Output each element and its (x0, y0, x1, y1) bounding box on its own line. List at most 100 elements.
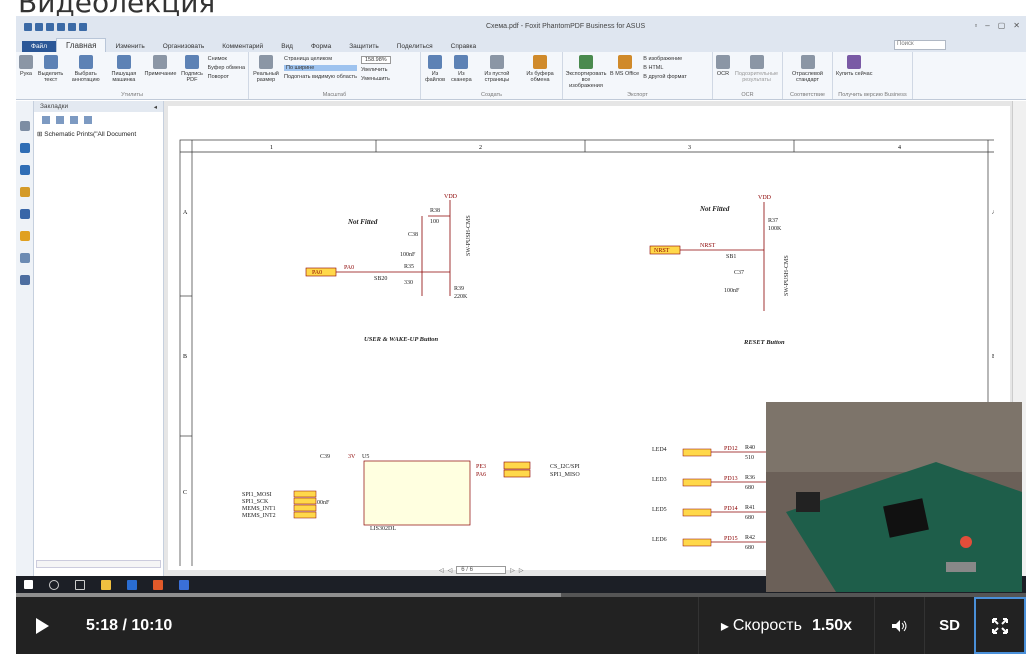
select-text-button[interactable]: Выделить текст (37, 54, 64, 97)
export-images-button[interactable]: Экспортировать все изображения (565, 54, 607, 97)
search-input[interactable]: Поиск (894, 40, 946, 50)
bookmarks-scrollbar[interactable] (36, 560, 161, 568)
sign-pdf-button[interactable]: Подпись PDF (180, 54, 203, 97)
to-image-button[interactable]: В изображение (643, 56, 687, 62)
blank-page-button[interactable]: Из пустой страницы (477, 54, 517, 97)
led-resistor-value: 680 (745, 515, 754, 521)
from-scanner-button[interactable]: Из сканера (450, 54, 473, 97)
ocr-button[interactable]: OCR (716, 54, 730, 97)
cart-icon (847, 55, 862, 69)
led-tag (682, 538, 712, 547)
word-icon[interactable] (127, 579, 137, 590)
note-button[interactable]: Примечание (145, 54, 176, 97)
voltage-label: 3V (348, 454, 356, 460)
standard-icon (800, 55, 815, 69)
r37-value: 100K (768, 226, 782, 232)
tab-8[interactable]: Поделиться (388, 41, 442, 52)
quality-button[interactable]: SD (924, 597, 974, 654)
group-name: Создать (481, 92, 502, 98)
to-html-button[interactable]: В HTML (643, 65, 687, 71)
led-resistor: R41 (745, 505, 755, 511)
int2-label: MEMS_INT2 (242, 513, 276, 519)
page-navigation[interactable]: ◁ ◁ 6 / 6 ▷ ▷ (439, 564, 524, 576)
side-toolbar[interactable] (16, 101, 34, 576)
typewriter-button[interactable]: Пишущая машинка (107, 54, 140, 97)
window-controls[interactable]: ▫ – ▢ ✕ (974, 21, 1020, 30)
link-icon[interactable] (19, 209, 30, 219)
fit-width-button[interactable]: По ширине (284, 65, 357, 71)
ribbon-tabs[interactable]: Файл Главная Изменить Организовать Комментар… (16, 38, 1026, 52)
actual-size-button[interactable]: Реальный размер (252, 54, 280, 97)
bookmark-item[interactable]: ⊞ Schematic Prints("All Document (34, 128, 163, 138)
play-button[interactable] (16, 597, 68, 654)
tools-small-buttons[interactable]: Снимок Буфер обмена Поворот (208, 54, 245, 97)
foxit-icon[interactable] (179, 579, 189, 590)
c37-value: 100nF (724, 288, 740, 294)
to-other-button[interactable]: В другой формат (643, 74, 687, 80)
tab-1[interactable]: Главная (55, 38, 107, 52)
last-page-icon[interactable]: ▷ (519, 567, 524, 574)
from-clipboard-button[interactable]: Из буфера обмена (521, 54, 559, 97)
quick-access-toolbar[interactable] (24, 23, 87, 31)
speed-button[interactable]: ▸ Скорость 1.50x (697, 597, 874, 654)
lock-icon[interactable] (19, 231, 30, 241)
rotate-button[interactable]: Поворот (208, 74, 245, 80)
windows-start-icon[interactable] (24, 580, 33, 589)
fullscreen-button[interactable] (974, 597, 1026, 654)
comments-icon[interactable] (19, 165, 30, 175)
first-page-icon[interactable]: ◁ (439, 567, 444, 574)
search-icon[interactable] (49, 579, 59, 590)
to-office-button[interactable]: В MS Office (610, 54, 639, 97)
suspect-results-button[interactable]: Подозрительные результаты (734, 54, 779, 97)
snapshot-button[interactable]: Снимок (208, 56, 245, 62)
app-icon[interactable] (153, 579, 163, 590)
int1-label: MEMS_INT1 (242, 506, 276, 512)
speed-label: Скорость (732, 616, 802, 634)
row-label: A (183, 210, 188, 216)
hand-tool-button[interactable]: Рука (19, 54, 33, 97)
fit-page-button[interactable]: Страница целиком (284, 56, 357, 62)
attachments-icon[interactable] (19, 187, 30, 197)
zoom-select[interactable]: 158.98% (360, 56, 391, 64)
next-page-icon[interactable]: ▷ (510, 567, 515, 574)
tab-9[interactable]: Справка (442, 41, 486, 52)
buy-now-button[interactable]: Купить сейчас (836, 54, 872, 97)
file-explorer-icon[interactable] (101, 579, 111, 590)
u5-label: U5 (362, 454, 369, 460)
industry-standard-button[interactable]: Отраслевой стандарт (786, 54, 829, 97)
column-label: 3 (688, 145, 691, 151)
task-view-icon[interactable] (75, 579, 85, 590)
tab-4[interactable]: Комментарий (213, 41, 272, 52)
tab-0[interactable]: Файл (22, 41, 56, 52)
zoom-out-button[interactable]: Уменьшить (361, 76, 391, 82)
volume-button[interactable] (874, 597, 924, 654)
tab-3[interactable]: Организовать (154, 41, 213, 52)
video-player[interactable]: Схема.pdf - Foxit PhantomPDF Business fo… (16, 16, 1026, 654)
tab-7[interactable]: Защитить (340, 41, 388, 52)
form-icon[interactable] (19, 253, 30, 263)
bookmarks-toolbar[interactable] (34, 112, 163, 128)
led-resistor-value: 680 (745, 485, 754, 491)
typewriter-icon (116, 55, 131, 69)
tab-6[interactable]: Форма (302, 41, 340, 52)
row-label: C (183, 490, 187, 496)
layers-icon[interactable] (19, 143, 30, 153)
collapse-icon[interactable]: ◂ (154, 103, 157, 111)
pe3-net: PE3 (476, 464, 486, 470)
signature-panel-icon[interactable] (19, 275, 30, 285)
from-files-button[interactable]: Из файлов (424, 54, 446, 97)
page-number-field[interactable]: 6 / 6 (456, 566, 507, 574)
ocr-icon (716, 55, 730, 69)
sb20-label: SB20 (374, 276, 387, 282)
chevron-right-icon: ▸ (720, 617, 729, 635)
select-annotation-button[interactable]: Выбрать аннотацию (68, 54, 103, 97)
tab-2[interactable]: Изменить (106, 41, 153, 52)
tab-5[interactable]: Вид (272, 41, 302, 52)
fit-visible-button[interactable]: Подогнать видимую область (284, 74, 357, 80)
page-icon (259, 55, 273, 69)
group-compliance: Отраслевой стандарт Соответствие (783, 52, 833, 99)
prev-page-icon[interactable]: ◁ (448, 567, 453, 574)
clipboard-button[interactable]: Буфер обмена (208, 65, 245, 71)
pages-icon[interactable] (19, 121, 30, 131)
zoom-in-button[interactable]: Увеличить (361, 67, 391, 73)
